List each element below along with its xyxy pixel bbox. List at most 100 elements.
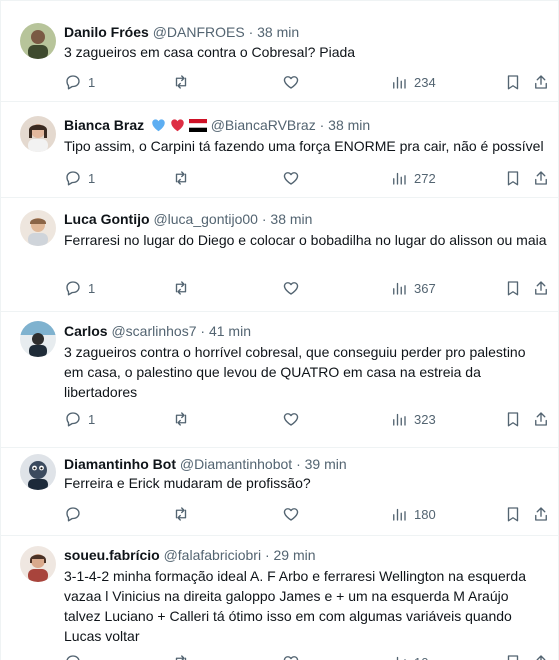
- divider: [1, 0, 559, 1]
- reply-count: 1: [88, 170, 96, 186]
- author-handle[interactable]: @luca_gontijo00: [153, 211, 258, 227]
- tweet[interactable]: soueu.fabrício @falafabriciobri · 29 min…: [1, 536, 559, 660]
- author-handle[interactable]: @DANFROES: [153, 24, 245, 40]
- like-button[interactable]: [282, 652, 300, 660]
- bookmark-button[interactable]: [504, 72, 522, 92]
- tweet-text: Ferraresi no lugar do Diego e colocar o …: [64, 232, 547, 248]
- action-bar: 1 234: [64, 72, 548, 92]
- retweet-button[interactable]: [172, 72, 190, 92]
- avatar[interactable]: [20, 454, 56, 490]
- analytics-icon: [396, 656, 406, 660]
- bookmark-button[interactable]: [504, 409, 522, 429]
- share-button[interactable]: [532, 504, 550, 524]
- avatar[interactable]: [20, 546, 56, 582]
- tweet[interactable]: Diamantinho Bot @Diamantinhobot · 39 min…: [1, 448, 559, 536]
- share-icon: [535, 281, 547, 295]
- views-button[interactable]: 367: [390, 278, 436, 298]
- reply-icon: [66, 507, 80, 522]
- author-name[interactable]: soueu.fabrício: [64, 547, 160, 563]
- avatar[interactable]: [20, 116, 56, 152]
- share-icon: [535, 412, 547, 426]
- author-name[interactable]: Carlos: [64, 323, 108, 339]
- share-button[interactable]: [532, 409, 550, 429]
- like-button[interactable]: [282, 504, 300, 524]
- bookmark-icon: [507, 412, 519, 427]
- views-count: 323: [414, 411, 436, 427]
- reply-feed: Danilo Fróes @DANFROES · 38 min 3 zaguei…: [0, 0, 559, 660]
- author-name[interactable]: Bianca Braz: [64, 117, 144, 133]
- bookmark-button[interactable]: [504, 652, 522, 660]
- reply-button[interactable]: 1: [64, 409, 95, 429]
- retweet-icon: [175, 171, 187, 185]
- heart-icon: [283, 282, 299, 295]
- avatar[interactable]: [20, 23, 56, 59]
- bookmark-button[interactable]: [504, 168, 522, 188]
- share-button[interactable]: [532, 278, 550, 298]
- author-handle[interactable]: @falafabriciobri: [164, 547, 261, 563]
- share-button[interactable]: [532, 652, 550, 660]
- views-button[interactable]: 323: [390, 409, 436, 429]
- retweet-icon: [175, 412, 187, 426]
- retweet-button[interactable]: [172, 652, 190, 660]
- reply-button[interactable]: 1: [64, 168, 95, 188]
- blue-heart-emoji: [152, 119, 165, 132]
- retweet-button[interactable]: [172, 278, 190, 298]
- views-button[interactable]: 272: [390, 168, 436, 188]
- tweet[interactable]: Bianca Braz @BiancaRVBraz · 38 min Tipo …: [1, 102, 559, 198]
- timestamp[interactable]: 39 min: [305, 456, 347, 472]
- analytics-icon: [393, 172, 406, 185]
- reply-button[interactable]: [64, 652, 88, 660]
- tweet-header: Bianca Braz @BiancaRVBraz · 38 min: [64, 116, 370, 136]
- like-button[interactable]: [282, 409, 300, 429]
- author-handle[interactable]: @BiancaRVBraz: [211, 117, 316, 133]
- retweet-button[interactable]: [172, 168, 190, 188]
- share-button[interactable]: [532, 72, 550, 92]
- author-handle[interactable]: @Diamantinhobot: [180, 456, 292, 472]
- name-emojis: [151, 118, 207, 136]
- views-count: 272: [414, 170, 436, 186]
- reply-button[interactable]: [64, 504, 88, 524]
- heart-icon: [283, 172, 299, 185]
- reply-count: 1: [88, 411, 96, 427]
- retweet-button[interactable]: [172, 504, 190, 524]
- author-name[interactable]: Diamantinho Bot: [64, 456, 176, 472]
- tweet-header: soueu.fabrício @falafabriciobri · 29 min: [64, 546, 316, 564]
- tweet[interactable]: Luca Gontijo @luca_gontijo00 · 38 min Fe…: [1, 198, 559, 312]
- bookmark-button[interactable]: [504, 504, 522, 524]
- analytics-icon: [393, 282, 406, 295]
- timestamp[interactable]: 38 min: [328, 117, 370, 133]
- separator: ·: [248, 24, 254, 40]
- author-handle[interactable]: @scarlinhos7: [111, 323, 196, 339]
- tweet[interactable]: Danilo Fróes @DANFROES · 38 min 3 zaguei…: [1, 10, 559, 102]
- tweet[interactable]: Carlos @scarlinhos7 · 41 min 3 zagueiros…: [1, 312, 559, 448]
- views-button[interactable]: 180: [390, 504, 436, 524]
- heart-icon: [283, 508, 299, 521]
- timestamp[interactable]: 38 min: [270, 211, 312, 227]
- views-count: 10: [414, 655, 428, 660]
- retweet-button[interactable]: [172, 409, 190, 429]
- like-button[interactable]: [282, 72, 300, 92]
- tweet-header: Diamantinho Bot @Diamantinhobot · 39 min: [64, 455, 347, 473]
- like-button[interactable]: [282, 278, 300, 298]
- bookmark-button[interactable]: [504, 278, 522, 298]
- reply-icon: [66, 281, 80, 296]
- avatar[interactable]: [20, 210, 56, 246]
- reply-button[interactable]: 1: [64, 72, 95, 92]
- action-bar: 1 367: [64, 278, 548, 298]
- author-name[interactable]: Danilo Fróes: [64, 24, 149, 40]
- reply-icon: [66, 655, 80, 660]
- like-button[interactable]: [282, 168, 300, 188]
- views-button[interactable]: 10: [390, 652, 428, 660]
- avatar[interactable]: [20, 321, 56, 357]
- timestamp[interactable]: 41 min: [209, 323, 251, 339]
- timestamp[interactable]: 29 min: [274, 547, 316, 563]
- tweet-header: Danilo Fróes @DANFROES · 38 min: [64, 23, 299, 41]
- author-name[interactable]: Luca Gontijo: [64, 211, 150, 227]
- timestamp[interactable]: 38 min: [257, 24, 299, 40]
- analytics-icon: [393, 76, 406, 89]
- share-button[interactable]: [532, 168, 550, 188]
- bookmark-icon: [507, 75, 519, 90]
- reply-button[interactable]: 1: [64, 278, 95, 298]
- views-button[interactable]: 234: [390, 72, 436, 92]
- heart-icon: [283, 413, 299, 426]
